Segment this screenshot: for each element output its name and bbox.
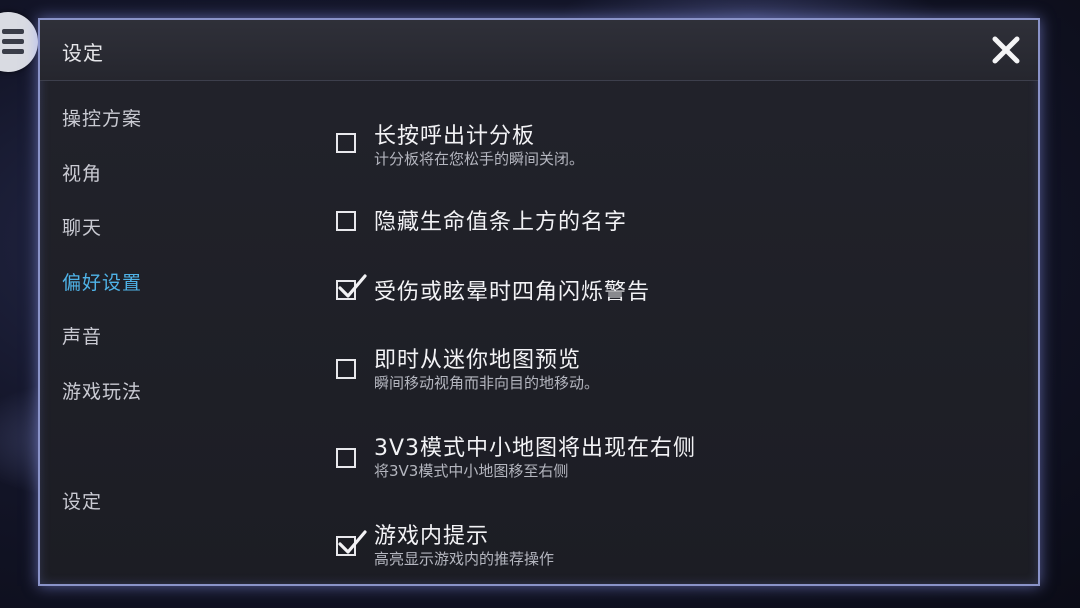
sidebar-item-controls[interactable]: 操控方案 bbox=[62, 104, 142, 131]
checkbox-damage-flash-warning[interactable] bbox=[336, 274, 367, 300]
settings-sidebar: 操控方案 视角 聊天 偏好设置 声音 游戏玩法 设定 bbox=[40, 82, 280, 582]
hamburger-menu-icon bbox=[2, 29, 24, 55]
option-title: 受伤或眩晕时四角闪烁警告 bbox=[374, 280, 651, 305]
option-title: 游戏内提示 bbox=[374, 524, 490, 549]
checkmark-icon bbox=[338, 530, 367, 554]
option-description: 瞬间移动视角而非向目的地移动。 bbox=[374, 374, 600, 392]
panel-titlebar: 设定 bbox=[40, 20, 1038, 81]
option-title: 即时从迷你地图预览 bbox=[374, 348, 582, 373]
main-menu-button[interactable] bbox=[0, 12, 38, 72]
option-description: 高亮显示游戏内的推荐操作 bbox=[374, 550, 555, 568]
preferences-content: 长按呼出计分板 计分板将在您松手的瞬间关闭。 隐藏生命值条上方的名字 受伤或眩晕… bbox=[336, 82, 1026, 582]
sidebar-item-preferences[interactable]: 偏好设置 bbox=[62, 268, 142, 295]
settings-panel: 设定 操控方案 视角 聊天 偏好设置 声音 游戏玩法 设定 长按呼出计分板 计分… bbox=[38, 18, 1040, 586]
option-title: 隐藏生命值条上方的名字 bbox=[374, 210, 628, 235]
checkbox-hold-scoreboard[interactable] bbox=[336, 133, 356, 153]
checkbox-in-game-tips[interactable] bbox=[336, 530, 367, 556]
close-button[interactable] bbox=[986, 30, 1026, 70]
checkbox-minimap-instant-preview[interactable] bbox=[336, 359, 356, 379]
sidebar-item-camera[interactable]: 视角 bbox=[62, 159, 102, 186]
panel-title: 设定 bbox=[62, 41, 104, 65]
option-description: 计分板将在您松手的瞬间关闭。 bbox=[374, 150, 585, 168]
checkbox-hide-healthbar-names[interactable] bbox=[336, 211, 356, 231]
sidebar-item-chat[interactable]: 聊天 bbox=[62, 213, 102, 240]
checkbox-3v3-minimap-right[interactable] bbox=[336, 448, 356, 468]
close-icon bbox=[992, 36, 1020, 64]
checkmark-icon bbox=[338, 274, 367, 298]
sidebar-item-gameplay[interactable]: 游戏玩法 bbox=[62, 377, 142, 404]
sidebar-item-sound[interactable]: 声音 bbox=[62, 322, 102, 349]
option-title: 3V3模式中小地图将出现在右侧 bbox=[374, 436, 697, 461]
sidebar-item-settings[interactable]: 设定 bbox=[62, 487, 102, 514]
option-description: 将3V3模式中小地图移至右侧 bbox=[374, 462, 569, 480]
option-title: 长按呼出计分板 bbox=[374, 124, 536, 149]
